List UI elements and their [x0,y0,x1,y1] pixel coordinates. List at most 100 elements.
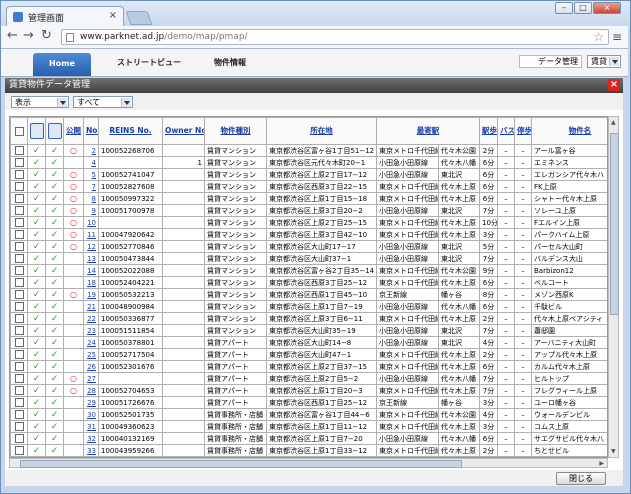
header-stop[interactable]: 停歩 [514,117,532,145]
table-row[interactable]: ✓ ✓ 23 100051511854 賃貸マンション 東京都渋谷区大山町35−19 小田急… [10,324,607,337]
row-checkbox[interactable] [10,156,28,169]
table-row[interactable]: ✓ ✓ 24 100050378801 賃貸アパート 東京都渋谷区大山町14−8 小田急小田… [10,336,607,349]
table-row[interactable]: ✓ ✓ ○ 2 100052268706 賃貸マンション 東京都渋谷区富ヶ谷1丁目51−12… [10,144,607,157]
header-bus[interactable]: バス [497,117,515,145]
nav-property-info[interactable]: 物件情報 [214,57,246,68]
row-checkbox[interactable] [10,444,28,457]
row-no-link[interactable]: 32 [83,432,99,445]
header-station[interactable]: 最寄駅 [376,117,480,145]
checkbox[interactable] [14,194,24,203]
header-type[interactable]: 物件種別 [204,117,267,145]
checkbox[interactable] [14,410,24,419]
row-checkbox[interactable] [10,144,28,157]
row-checkbox[interactable] [10,168,28,181]
checkbox[interactable] [14,158,24,167]
table-row[interactable]: ✓ ✓ ○ 7 100052827608 賃貸マンション 東京都渋谷区西原3丁目22−15 東… [10,180,607,193]
checkbox[interactable] [14,362,24,371]
select-all-checkbox[interactable] [14,126,24,136]
row-checkbox[interactable] [10,216,28,229]
tab-close-icon[interactable]: × [109,10,117,21]
table-row[interactable]: ✓ ✓ ○ 10 賃貸マンション 東京都渋谷区上原2丁目25−15 東京メトロ千代田線 代々木… [10,216,607,229]
header-building-icon[interactable] [27,117,46,145]
checkbox[interactable] [14,302,24,311]
table-row[interactable]: ✓ ✓ 32 100040132169 賃貸事務所・店舗 東京都渋谷区上原1丁目7−20 小… [10,432,607,445]
table-row[interactable]: ✓ ✓ 13 100050473844 賃貸マンション 東京都渋谷区大山町37−1 小田急小… [10,252,607,265]
minimize-button[interactable]: – [555,2,573,14]
table-row[interactable]: ✓ ✓ 29 100051726676 賃貸アパート 東京都渋谷区西原1丁目25−12 京王… [10,396,607,409]
table-row[interactable]: ✓ ✓ 33 100043959266 賃貸事務所・店舗 東京都渋谷区上原1丁目33−12… [10,444,607,457]
row-no-link[interactable]: 31 [83,420,99,433]
scroll-thumb-h[interactable] [20,460,462,468]
table-row[interactable]: ✓ ✓ 31 100049360623 賃貸事務所・店舗 東京都渋谷区上原1丁目11−12… [10,420,607,433]
header-owner[interactable]: Owner No. [162,117,205,145]
row-no-link[interactable]: 7 [83,180,99,193]
scroll-right-icon[interactable]: ▶ [599,460,604,467]
row-no-link[interactable]: 18 [83,276,99,289]
header-phone-icon[interactable] [45,117,64,145]
table-row[interactable]: ✓ ✓ ○ 9 100051700978 賃貸マンション 東京都渋谷区上原3丁目20−2 小田… [10,204,607,217]
row-checkbox[interactable] [10,180,28,193]
row-checkbox[interactable] [10,396,28,409]
scroll-thumb[interactable] [610,133,619,315]
header-name[interactable]: 物件名 [531,117,607,145]
header-select-all[interactable] [10,117,28,145]
header-reins[interactable]: REINS No. [98,117,163,145]
row-checkbox[interactable] [10,204,28,217]
header-address[interactable]: 所在地 [266,117,377,145]
checkbox[interactable] [14,422,24,431]
row-no-link[interactable]: 26 [83,360,99,373]
maximize-button[interactable]: □ [574,2,592,14]
nav-street-view[interactable]: ストリートビュー [117,57,181,68]
table-row[interactable]: ✓ ✓ 22 100050336877 賃貸マンション 東京都渋谷区上原3丁目6−11 東京… [10,312,607,325]
checkbox[interactable] [14,170,24,179]
row-no-link[interactable]: 11 [83,228,99,241]
table-row[interactable]: ✓ ✓ ○ 8 100050997322 賃貸マンション 東京都渋谷区上原1丁目15−18 東… [10,192,607,205]
row-no-link[interactable]: 30 [83,408,99,421]
row-checkbox[interactable] [10,348,28,361]
row-no-link[interactable]: 8 [83,192,99,205]
table-row[interactable]: ✓ ✓ ○ 19 100050532213 賃貸マンション 東京都渋谷区西原1丁目45−10… [10,288,607,301]
checkbox[interactable] [14,230,24,239]
row-checkbox[interactable] [10,264,28,277]
table-row[interactable]: ✓ ✓ ○ 28 100052704653 賃貸アパート 東京都渋谷区上原1丁目20−3 東京… [10,384,607,397]
checkbox[interactable] [14,266,24,275]
row-checkbox[interactable] [10,240,28,253]
row-checkbox[interactable] [10,300,28,313]
row-no-link[interactable]: 28 [83,384,99,397]
row-checkbox[interactable] [10,192,28,205]
row-checkbox[interactable] [10,324,28,337]
row-checkbox[interactable] [10,420,28,433]
checkbox[interactable] [14,146,24,155]
row-no-link[interactable]: 13 [83,252,99,265]
menu-icon[interactable]: ≡ [612,30,622,44]
row-checkbox[interactable] [10,288,28,301]
window-close-button[interactable]: × [593,2,621,14]
row-no-link[interactable]: 19 [83,288,99,301]
checkbox[interactable] [14,398,24,407]
row-no-link[interactable]: 10 [83,216,99,229]
checkbox[interactable] [14,386,24,395]
table-row[interactable]: ✓ ✓ 14 100052022088 賃貸マンション 東京都渋谷区富ヶ谷2丁目35−14… [10,264,607,277]
checkbox[interactable] [14,278,24,287]
row-no-link[interactable]: 12 [83,240,99,253]
header-walk[interactable]: 駅歩 [479,117,498,145]
checkbox[interactable] [14,434,24,443]
checkbox[interactable] [14,254,24,263]
row-no-link[interactable]: 4 [83,156,99,169]
row-no-link[interactable]: 25 [83,348,99,361]
row-no-link[interactable]: 33 [83,444,99,457]
checkbox[interactable] [14,290,24,299]
table-row[interactable]: ✓ ✓ 4 1 賃貸マンション 東京都渋谷区元代々木町20−1 小田急小田原線 代々木八幡 6分… [10,156,607,169]
table-row[interactable]: ✓ ✓ 30 100052501735 賃貸事務所・店舗 東京都渋谷区富ヶ谷1丁目44−6… [10,408,607,421]
bookmark-star-icon[interactable]: ☆ [593,30,604,44]
row-no-link[interactable]: 21 [83,300,99,313]
row-checkbox[interactable] [10,336,28,349]
header-no[interactable]: No. [83,117,99,145]
display-select[interactable]: 表示 [11,96,69,108]
scroll-up-icon[interactable]: ▲ [611,119,616,126]
row-checkbox[interactable] [10,276,28,289]
table-row[interactable]: ✓ ✓ 21 100048900984 賃貸マンション 東京都渋谷区上原1丁目7−19 小田… [10,300,607,313]
row-checkbox[interactable] [10,228,28,241]
filter-select[interactable]: すべて [73,96,133,108]
table-row[interactable]: ✓ ✓ ○ 27 賃貸アパート 東京都渋谷区上原2丁目5−2 小田急小田原線 代々木八幡 7分 –… [10,372,607,385]
